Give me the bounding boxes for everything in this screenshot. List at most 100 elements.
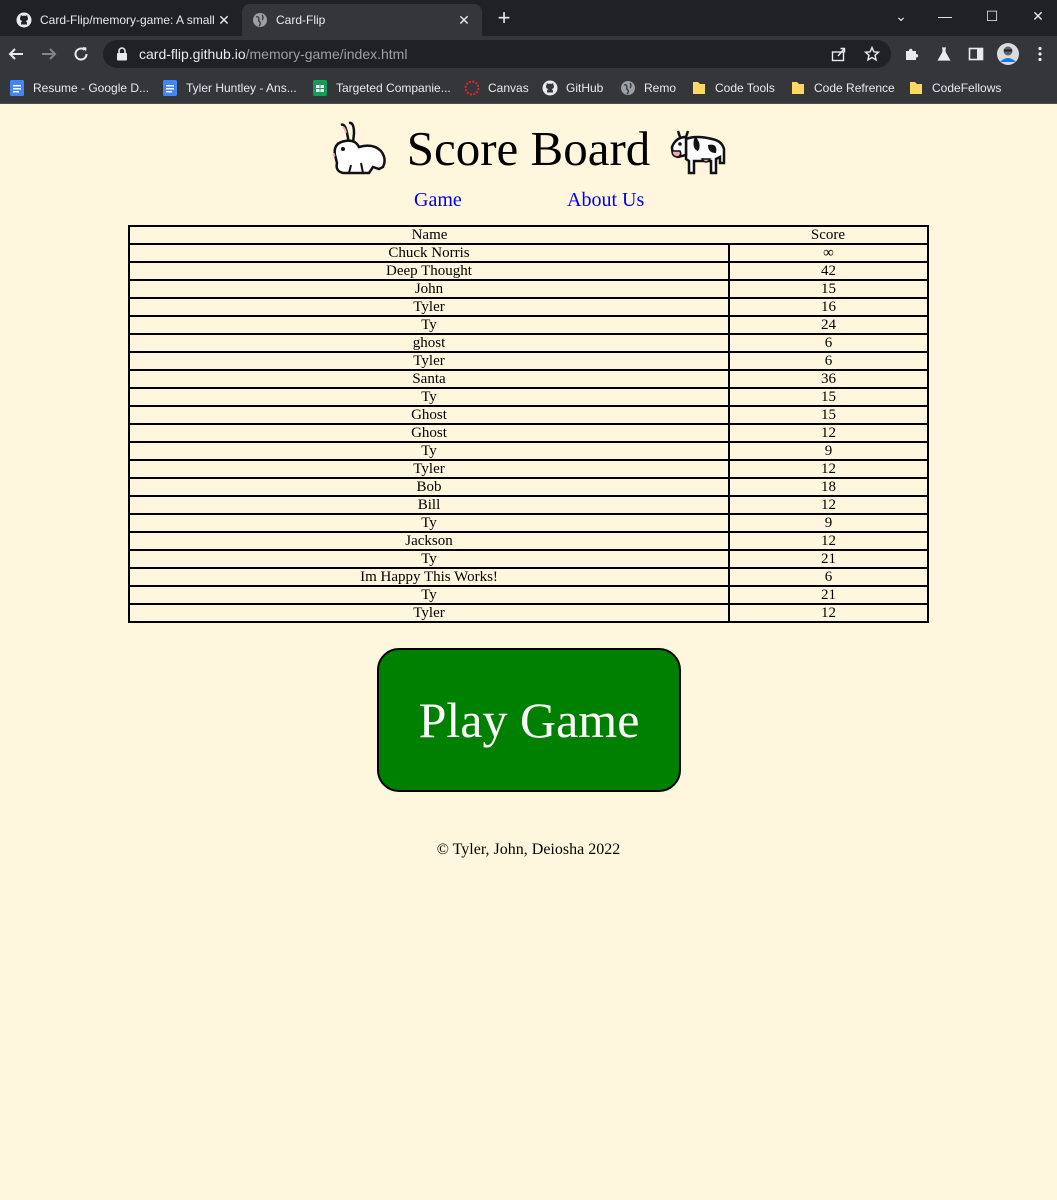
- chrome-menu-icon[interactable]: [1030, 44, 1050, 64]
- player-name-cell: ghost: [128, 333, 730, 353]
- tab-title: Card-Flip/memory-game: A small: [40, 13, 215, 27]
- address-bar[interactable]: card-flip.github.io/memory-game/index.ht…: [103, 40, 891, 68]
- forward-arrow-icon: [42, 48, 57, 60]
- table-row: ghost 6: [128, 333, 929, 353]
- table-row: Ghost 15: [128, 405, 929, 425]
- table-row: Ty 9: [128, 441, 929, 461]
- folder-icon: [691, 80, 707, 96]
- player-name-cell: Ty: [128, 513, 730, 533]
- rabbit-icon: [329, 119, 389, 179]
- github-icon: [16, 12, 32, 28]
- extensions-puzzle-icon[interactable]: [902, 44, 922, 64]
- globe-icon: [620, 80, 636, 96]
- bookmark-label: Code Refrence: [814, 81, 895, 95]
- google-docs-icon: [9, 80, 25, 96]
- bookmark-label: Code Tools: [715, 81, 775, 95]
- player-name-cell: Tyler: [128, 297, 730, 317]
- bookmark-canvas[interactable]: Canvas: [464, 78, 529, 98]
- bookmark-label: Canvas: [488, 81, 529, 95]
- tab-strip: Card-Flip/memory-game: A small ✕ Card-Fl…: [0, 0, 1057, 36]
- bookmark-remo[interactable]: Remo: [620, 78, 676, 98]
- bookmark-label: Remo: [644, 81, 677, 95]
- player-score-cell: 6: [728, 567, 929, 587]
- player-score-cell: 24: [728, 315, 929, 335]
- minimize-button[interactable]: —: [922, 0, 968, 32]
- profile-avatar[interactable]: [996, 42, 1020, 66]
- back-button[interactable]: [2, 40, 30, 68]
- player-name-cell: Ty: [128, 387, 730, 407]
- player-name-cell: Bill: [128, 495, 730, 515]
- maximize-button[interactable]: ☐: [969, 0, 1015, 32]
- share-icon[interactable]: [831, 46, 847, 62]
- bookmark-folder-codefellows[interactable]: CodeFellows: [908, 78, 1001, 98]
- table-row: Tyler 6: [128, 351, 929, 371]
- play-game-button[interactable]: Play Game: [377, 648, 681, 792]
- player-score-cell: 6: [728, 333, 929, 353]
- nav-link-game[interactable]: Game: [414, 189, 462, 212]
- player-score-cell: 18: [728, 477, 929, 497]
- bookmark-folder-code-tools[interactable]: Code Tools: [691, 78, 775, 98]
- player-score-cell: 9: [728, 513, 929, 533]
- player-score-cell: 12: [728, 531, 929, 551]
- bookmark-star-icon[interactable]: [863, 45, 881, 62]
- tab-card-flip[interactable]: Card-Flip ✕: [242, 4, 482, 36]
- column-header-name: Name: [128, 225, 729, 245]
- labs-flask-icon[interactable]: [934, 44, 954, 64]
- bookmark-resume[interactable]: Resume - Google D...: [9, 78, 149, 98]
- page-header: Score Board: [0, 117, 1057, 181]
- globe-icon: [252, 12, 268, 28]
- table-row: Jackson 12: [128, 531, 929, 551]
- table-row: Im Happy This Works! 6: [128, 567, 929, 587]
- player-name-cell: Chuck Norris: [128, 243, 730, 263]
- table-row: Bill 12: [128, 495, 929, 515]
- table-row: Ty 21: [128, 585, 929, 605]
- close-window-button[interactable]: ✕: [1015, 0, 1057, 32]
- bookmark-folder-code-refrence[interactable]: Code Refrence: [790, 78, 895, 98]
- score-table: Name Score Chuck Norris ∞ Deep Thought 42 Jo…: [128, 225, 929, 623]
- bookmark-tyler-huntley[interactable]: Tyler Huntley - Ans...: [162, 78, 297, 98]
- player-score-cell: 12: [728, 603, 929, 623]
- close-tab-icon[interactable]: ✕: [216, 12, 232, 28]
- reload-button[interactable]: [67, 40, 95, 68]
- forward-button[interactable]: [35, 40, 63, 68]
- google-docs-icon: [162, 80, 178, 96]
- player-name-cell: Im Happy This Works!: [128, 567, 730, 587]
- folder-icon: [908, 80, 924, 96]
- side-panel-icon[interactable]: [966, 44, 986, 64]
- player-name-cell: Ty: [128, 315, 730, 335]
- close-tab-icon[interactable]: ✕: [456, 12, 472, 28]
- player-name-cell: Ghost: [128, 423, 730, 443]
- player-score-cell: 6: [728, 351, 929, 371]
- bookmark-label: CodeFellows: [932, 81, 1002, 95]
- folder-icon: [790, 80, 806, 96]
- bookmark-label: Targeted Companie...: [336, 81, 451, 95]
- player-score-cell: 15: [728, 279, 929, 299]
- player-name-cell: Bob: [128, 477, 730, 497]
- table-row: Tyler 12: [128, 603, 929, 623]
- lock-icon: [115, 47, 129, 61]
- table-row: Bob 18: [128, 477, 929, 497]
- nav-link-about-us[interactable]: About Us: [567, 189, 644, 212]
- tab-search-icon[interactable]: ⌄: [878, 0, 924, 32]
- table-row: Santa 36: [128, 369, 929, 389]
- table-row: Deep Thought 42: [128, 261, 929, 281]
- cow-icon: [668, 119, 728, 179]
- player-name-cell: Ty: [128, 441, 730, 461]
- tab-github-repo[interactable]: Card-Flip/memory-game: A small ✕: [6, 4, 242, 36]
- player-score-cell: 15: [728, 387, 929, 407]
- player-score-cell: 9: [728, 441, 929, 461]
- new-tab-button[interactable]: +: [492, 7, 516, 30]
- table-header-row: Name Score: [128, 225, 929, 245]
- page-title: Score Board: [406, 121, 651, 176]
- player-score-cell: 15: [728, 405, 929, 425]
- player-score-cell: 12: [728, 459, 929, 479]
- table-row: Tyler 16: [128, 297, 929, 317]
- player-score-cell: 12: [728, 423, 929, 443]
- back-arrow-icon: [8, 48, 23, 60]
- bookmark-github[interactable]: GitHub: [542, 78, 603, 98]
- player-score-cell: 21: [728, 549, 929, 569]
- player-name-cell: Jackson: [128, 531, 730, 551]
- reload-icon: [74, 47, 88, 61]
- player-name-cell: Ghost: [128, 405, 730, 425]
- bookmark-targeted-companies[interactable]: Targeted Companie...: [312, 78, 451, 98]
